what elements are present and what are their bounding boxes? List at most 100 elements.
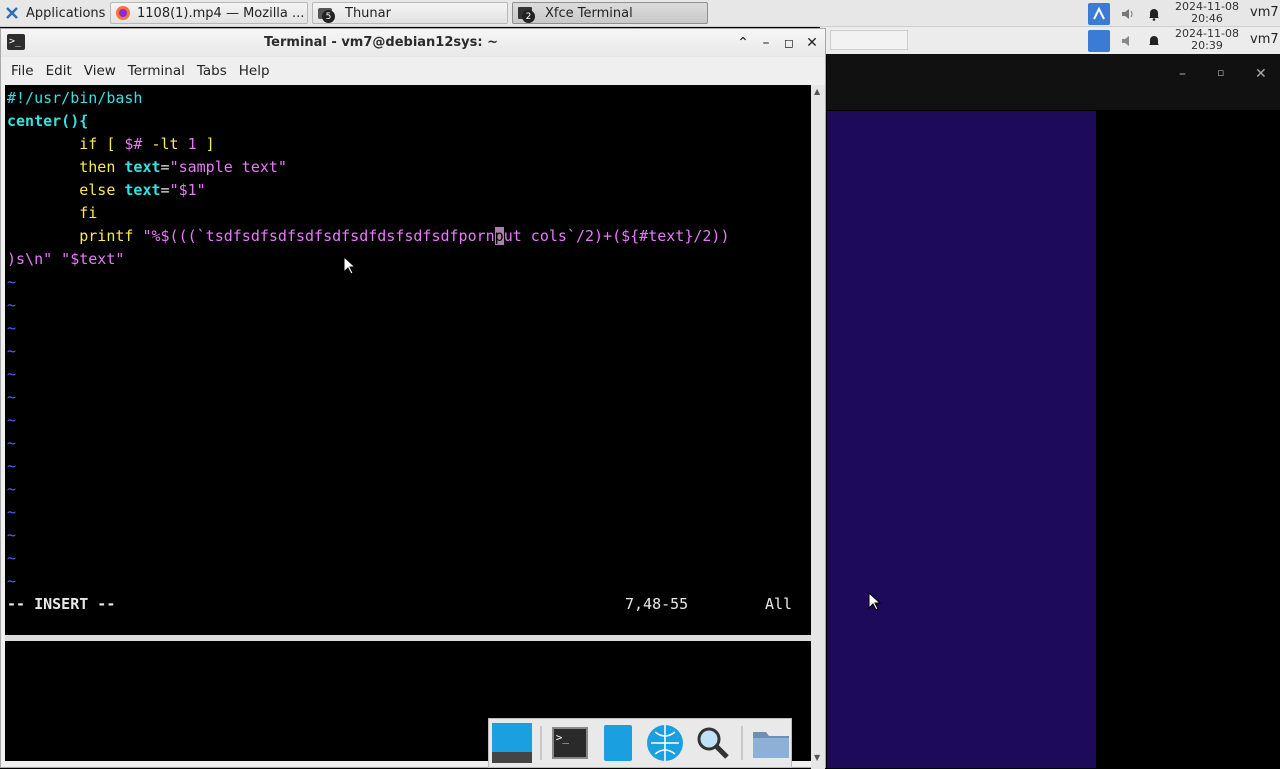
background-window-titlebar: – ▫ ✕ — [827, 54, 1280, 110]
vertical-scrollbar[interactable]: ▲ ▼ — [811, 85, 825, 769]
code-token: center(){ — [7, 112, 89, 130]
empty-line-marker: ~ — [7, 319, 17, 337]
code-line-3: if [ $# -lt 1 ] — [7, 133, 215, 156]
code-token: if [ — [7, 135, 125, 153]
dock-separator — [540, 726, 542, 760]
code-line-7: printf "%$(((`tsdfsdfsdfsdfsdfsdfdsfsdfs… — [7, 225, 729, 248]
code-token: "%$(((`tsdfsdfsdfsdfsdfsdfdsfsdfsdfporn — [142, 227, 495, 245]
close-button[interactable]: ✕ — [803, 34, 821, 52]
app-finder-launcher[interactable] — [693, 721, 733, 765]
scroll-position: All — [765, 595, 793, 613]
empty-line-marker: ~ — [7, 526, 17, 544]
task-label: 1108(1).mp4 — Mozilla ... — [137, 5, 305, 21]
code-token: "sample text" — [169, 158, 287, 176]
menu-terminal[interactable]: Terminal — [122, 63, 191, 79]
code-token: ut cols`/2)+(${#text}/2)) — [503, 227, 730, 245]
background-task — [830, 30, 908, 50]
text-cursor: p — [494, 227, 504, 245]
terminal-icon: 2 — [517, 5, 535, 23]
task-thunar[interactable]: 5 Thunar — [312, 2, 508, 24]
menu-edit[interactable]: Edit — [40, 63, 78, 79]
empty-line-marker: ~ — [7, 296, 17, 314]
code-token: "$text" — [52, 250, 125, 268]
cursor-position: 7,48-55 — [625, 595, 689, 613]
mouse-pointer-icon — [868, 592, 882, 611]
task-label: Xfce Terminal — [545, 5, 633, 21]
code-line-5: else text="$1" — [7, 179, 206, 202]
code-token: ] — [196, 135, 215, 153]
empty-line-marker: ~ — [7, 365, 17, 383]
maximize-button[interactable]: ◻ — [780, 34, 798, 52]
show-desktop-button[interactable] — [492, 721, 532, 765]
notification-bell-icon — [1146, 33, 1162, 49]
empty-line-marker: ~ — [7, 388, 17, 406]
folder-launcher[interactable] — [751, 721, 791, 765]
scroll-down-icon[interactable]: ▼ — [814, 753, 820, 762]
network-icon[interactable] — [1088, 3, 1110, 25]
window-count-badge: 5 — [322, 10, 335, 23]
shade-button[interactable]: ⌃ — [734, 34, 752, 52]
close-icon: ✕ — [1255, 66, 1267, 82]
applications-menu-button[interactable]: Applications ⁝ — [0, 2, 106, 24]
clock-time: 20:46 — [1191, 12, 1223, 25]
window-title: Terminal - vm7@debian12sys: ~ — [264, 35, 498, 50]
magnifier-icon — [697, 727, 730, 759]
applications-label: Applications — [26, 5, 106, 21]
empty-line-marker: ~ — [7, 342, 17, 360]
menu-tabs[interactable]: Tabs — [191, 63, 233, 79]
minimize-button[interactable]: – — [757, 34, 775, 52]
task-firefox[interactable]: 1108(1).mp4 — Mozilla ... — [110, 2, 308, 24]
menu-view[interactable]: View — [78, 63, 122, 79]
volume-icon[interactable] — [1120, 6, 1136, 22]
web-browser-launcher[interactable] — [645, 721, 685, 765]
desktop-icon — [492, 723, 532, 763]
background-panel: 2024-11-08 20:39 vm7 — [820, 27, 1280, 54]
terminal-launcher[interactable]: >_ — [550, 721, 590, 765]
window-count-badge: 2 — [522, 10, 535, 23]
empty-line-marker: ~ — [7, 549, 17, 567]
xfce-logo-icon — [4, 5, 20, 21]
file-manager-icon — [603, 725, 632, 761]
chevron-up-icon: ⌃ — [737, 35, 749, 51]
menu-file[interactable]: File — [5, 63, 40, 79]
empty-line-marker: ~ — [7, 434, 17, 452]
code-token: text — [124, 181, 161, 199]
menu-help[interactable]: Help — [233, 63, 276, 79]
system-tray — [1088, 3, 1162, 25]
task-terminal[interactable]: 2 Xfce Terminal — [512, 2, 708, 24]
notification-bell-icon[interactable] — [1146, 6, 1162, 22]
user-name[interactable]: vm7 — [1250, 5, 1279, 20]
top-panel: Applications ⁝ 1108(1).mp4 — Mozilla ...… — [0, 0, 1280, 27]
empty-line-marker: ~ — [7, 411, 17, 429]
user-name: vm7 — [1250, 32, 1279, 47]
terminal-viewport[interactable]: #!/usr/bin/bash center(){ if [ $# -lt 1 … — [5, 85, 811, 635]
minimize-icon: – — [1179, 66, 1186, 82]
purple-panel — [827, 111, 1096, 768]
code-token: text — [124, 158, 161, 176]
code-token: $# — [124, 135, 143, 153]
dock-separator — [741, 726, 744, 760]
code-line-4: then text="sample text" — [7, 156, 287, 179]
code-token: 1 — [187, 135, 197, 153]
window-titlebar[interactable]: >_ Terminal - vm7@debian12sys: ~ ⌃ – ◻ ✕ — [1, 29, 825, 57]
firefox-icon — [115, 5, 131, 21]
file-manager-launcher[interactable] — [598, 721, 638, 765]
close-icon: ✕ — [806, 35, 818, 51]
clock-time: 20:39 — [1191, 39, 1223, 52]
clock[interactable]: 2024-11-08 20:46 — [1172, 1, 1242, 25]
empty-line-marker: ~ — [7, 503, 17, 521]
empty-line-marker: ~ — [7, 572, 17, 590]
menu-bar: File Edit View Terminal Tabs Help — [1, 57, 825, 84]
scroll-up-icon[interactable]: ▲ — [814, 87, 820, 96]
mouse-pointer-icon — [343, 256, 357, 275]
code-token: "$1" — [169, 181, 206, 199]
terminal-window: >_ Terminal - vm7@debian12sys: ~ ⌃ – ◻ ✕… — [0, 28, 826, 769]
code-token: then — [7, 158, 125, 176]
terminal-icon: >_ — [551, 727, 588, 759]
code-token: = — [160, 158, 170, 176]
minimize-icon: – — [762, 35, 770, 51]
code-token: -lt — [142, 135, 188, 153]
code-token: printf — [7, 227, 143, 245]
code-line-8: )s\n" "$text" — [7, 248, 124, 271]
code-line-6: fi — [7, 204, 98, 222]
